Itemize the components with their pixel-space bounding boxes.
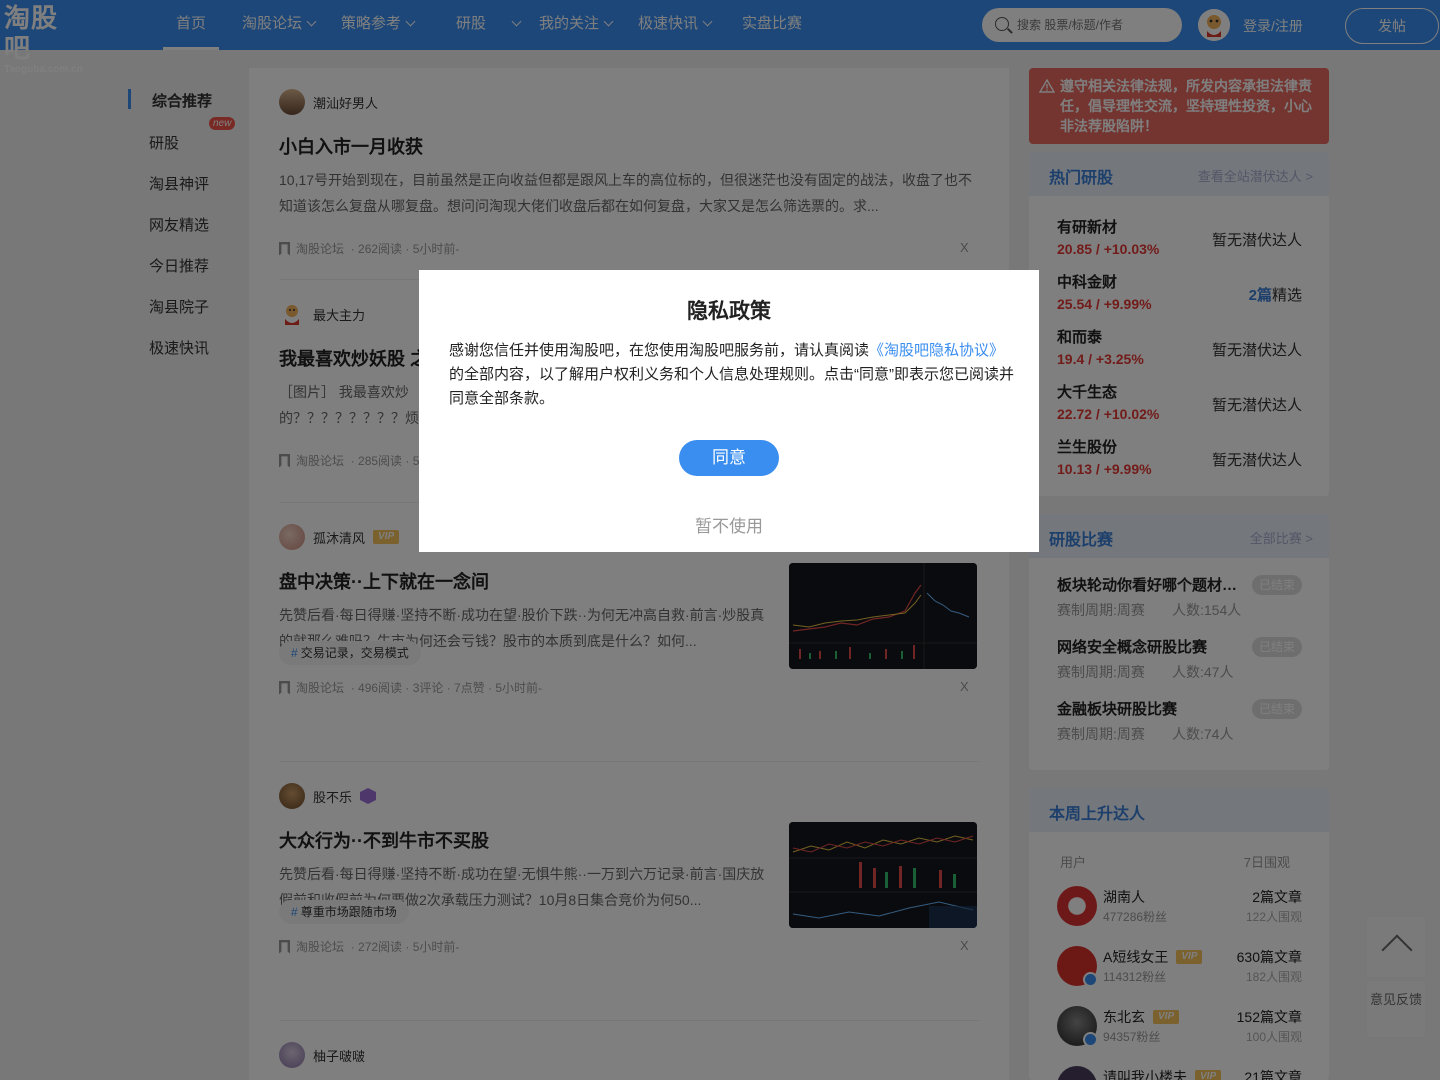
dialog-body: 感谢您信任并使用淘股吧，在您使用淘股吧服务前，请认真阅读《淘股吧隐私协议》的全部… xyxy=(449,339,1014,411)
privacy-policy-dialog: 隐私政策 感谢您信任并使用淘股吧，在您使用淘股吧服务前，请认真阅读《淘股吧隐私协… xyxy=(419,270,1039,552)
decline-button[interactable]: 暂不使用 xyxy=(419,512,1039,537)
dialog-text-rest: 的全部内容，以了解用户权利义务和个人信息处理规则。点击“同意”即表示您已阅读并同… xyxy=(449,366,1014,407)
privacy-agreement-link[interactable]: 《淘股吧隐私协议》 xyxy=(869,342,1004,359)
dialog-title: 隐私政策 xyxy=(687,300,771,323)
dialog-text-intro: 感谢您信任并使用淘股吧，在您使用淘股吧服务前，请认真阅读 xyxy=(449,342,870,359)
agree-button[interactable]: 同意 xyxy=(679,440,779,476)
